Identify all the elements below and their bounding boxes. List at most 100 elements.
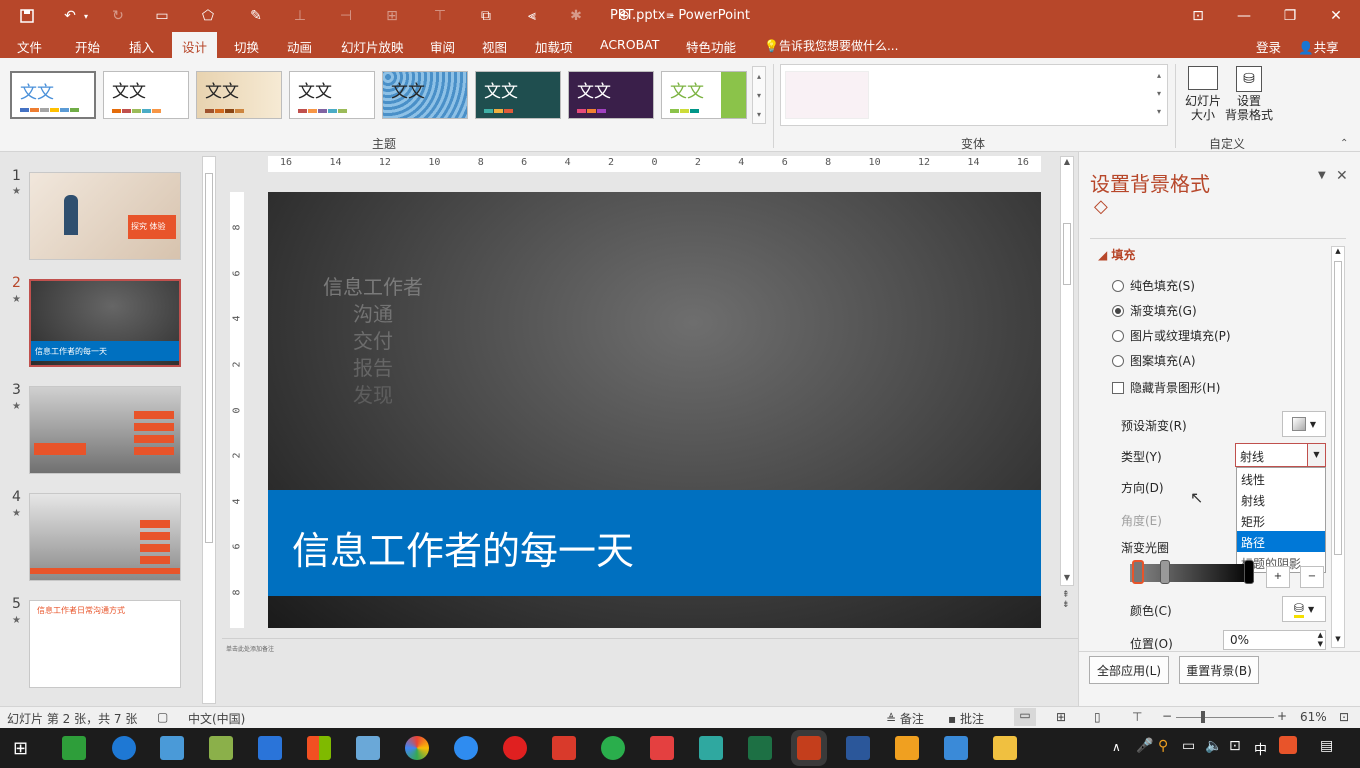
tell-me[interactable]: 💡告诉我您想要做什么... (764, 37, 898, 54)
tab-insert[interactable]: 插入 (129, 37, 154, 56)
calendar-app-icon[interactable] (650, 736, 674, 760)
format-background-button[interactable]: ⛁ 设置 背景格式 (1224, 62, 1274, 134)
store-icon[interactable] (307, 736, 331, 760)
gradient-stops-bar[interactable] (1130, 560, 1254, 584)
zoom-slider[interactable] (1176, 717, 1274, 718)
slide-thumb-4[interactable] (29, 493, 181, 581)
gradient-stop-2[interactable] (1160, 560, 1170, 584)
gradient-stop-1[interactable] (1132, 560, 1144, 584)
scroll-thumb[interactable] (1063, 223, 1071, 285)
preset-gradient-button[interactable]: ▼ (1282, 411, 1326, 437)
hide-bg-graphics-option[interactable]: 隐藏背景图形(H) (1112, 379, 1220, 396)
mic-icon[interactable]: 🎤 (1136, 738, 1153, 754)
apply-all-button[interactable]: 全部应用(L) (1089, 656, 1169, 684)
cloud-app-icon[interactable] (454, 736, 478, 760)
scroll-thumb[interactable] (1334, 261, 1342, 555)
undo-dropdown-icon[interactable]: ▾ (80, 6, 92, 26)
slides-scrollbar[interactable] (202, 156, 216, 704)
dropdown-option-radial[interactable]: 射线 (1237, 489, 1325, 510)
volume-icon[interactable]: 🔈 (1205, 738, 1222, 754)
app-icon-video[interactable] (62, 736, 86, 760)
scroll-down-icon[interactable]: ▼ (1332, 635, 1344, 647)
scroll-up-icon[interactable]: ▲ (1332, 247, 1344, 259)
distribute-icon[interactable]: ⊣ (336, 6, 356, 26)
sogou-icon[interactable] (1279, 736, 1297, 754)
effects-icon[interactable]: ✱ (566, 6, 586, 26)
customize-qat-icon[interactable]: ≡ (660, 6, 680, 26)
fill-solid-option[interactable]: 纯色填充(S) (1112, 277, 1195, 294)
fill-picture-option[interactable]: 图片或纹理填充(P) (1112, 327, 1231, 344)
color-picker-button[interactable]: ⛁ ▼ (1282, 596, 1326, 622)
present-icon[interactable]: ▭ (152, 6, 172, 26)
dropdown-option-path[interactable]: 路径 (1237, 531, 1325, 552)
new-slide-icon[interactable]: ⊕ (614, 6, 634, 26)
pane-options-icon[interactable]: ▼ (1318, 170, 1326, 181)
xmind-icon[interactable] (552, 736, 576, 760)
notification-icon[interactable]: ▤ (1320, 738, 1333, 754)
tab-slideshow[interactable]: 幻灯片放映 (341, 37, 404, 56)
slide-thumb-2[interactable]: 信息工作者的每一天 (29, 279, 181, 367)
slide-2[interactable]: 信息工作者 沟通 交付 报告 发现 信息工作者的每一天 (268, 192, 1041, 628)
undo-icon[interactable]: ↶ (60, 6, 80, 26)
fill-gradient-option[interactable]: 渐变填充(G) (1112, 302, 1197, 319)
theme-5[interactable]: 文文 (382, 71, 468, 119)
theme-6[interactable]: 文文 (475, 71, 561, 119)
zoom-in-icon[interactable]: + (1277, 709, 1287, 723)
tab-transitions[interactable]: 切换 (234, 37, 259, 56)
format-painter-icon[interactable]: ✎ (246, 6, 266, 26)
swift-app-icon[interactable] (699, 736, 723, 760)
ime-indicator[interactable]: 中 (1254, 739, 1267, 758)
chrome-icon[interactable] (405, 736, 429, 760)
reset-background-button[interactable]: 重置背景(B) (1179, 656, 1259, 684)
fit-slide-icon[interactable]: ⊡ (1339, 710, 1349, 724)
star-app-icon[interactable] (258, 736, 282, 760)
collapse-ribbon-icon[interactable]: ⌃ (1340, 138, 1348, 149)
theme-8[interactable]: 文文 (661, 71, 747, 119)
minimize-icon[interactable]: — (1234, 6, 1254, 26)
canvas-scrollbar[interactable]: ▲ ▼ (1060, 156, 1074, 586)
tab-file[interactable]: 文件 (17, 37, 42, 56)
zoom-out-icon[interactable]: − (1162, 709, 1172, 723)
remove-stop-button[interactable]: − (1300, 566, 1324, 588)
scroll-thumb[interactable] (205, 173, 213, 543)
windows-start-icon[interactable]: ⊞ (13, 738, 28, 759)
spinner-arrows-icon[interactable]: ▲ ▼ (1318, 631, 1323, 649)
arrange-icon[interactable]: ⧉ (476, 6, 496, 26)
gradient-stop-3[interactable] (1244, 560, 1254, 584)
tab-review[interactable]: 审阅 (430, 37, 455, 56)
fill-icon[interactable]: ◇ (1094, 196, 1116, 218)
tab-addins[interactable]: 加载项 (535, 37, 573, 56)
distribute-v-icon[interactable]: ⊞ (382, 6, 402, 26)
themes-scroll[interactable]: ▴ ▾ ▾ (752, 66, 766, 124)
file-explorer-icon[interactable] (993, 736, 1017, 760)
position-spinner[interactable]: 0% ▲ ▼ (1223, 630, 1326, 650)
tray-up-icon[interactable]: ∧ (1112, 740, 1121, 754)
align-left-icon[interactable]: ⫷ (522, 6, 542, 26)
tab-design[interactable]: 设计 (172, 32, 218, 58)
wechat-icon[interactable] (601, 736, 625, 760)
restore-icon[interactable]: ❐ (1280, 6, 1300, 26)
title-banner[interactable]: 信息工作者的每一天 (268, 490, 1041, 596)
powerpoint-icon[interactable] (797, 736, 821, 760)
scroll-down-icon[interactable]: ▼ (1061, 573, 1073, 585)
dropdown-option-rectangular[interactable]: 矩形 (1237, 510, 1325, 531)
photos-icon[interactable] (944, 736, 968, 760)
pane-close-icon[interactable]: ✕ (1336, 168, 1348, 184)
zoom-thumb[interactable] (1201, 711, 1205, 723)
variant-1[interactable] (785, 71, 869, 119)
prev-next-slide[interactable]: ⇞ ⇟ (1062, 590, 1070, 610)
search-app-icon[interactable] (160, 736, 184, 760)
variants-scroll[interactable]: ▴ ▾ ▾ (1153, 67, 1165, 123)
normal-view-icon[interactable]: ▭ (1014, 708, 1036, 726)
shape-icon[interactable]: ⬠ (198, 6, 218, 26)
tab-acrobat[interactable]: ACROBAT (600, 37, 659, 52)
chat-app-icon[interactable] (356, 736, 380, 760)
tab-features[interactable]: 特色功能 (686, 37, 736, 56)
slide-text-list[interactable]: 信息工作者 沟通 交付 报告 发现 (318, 274, 428, 409)
fill-pattern-option[interactable]: 图案填充(A) (1112, 352, 1196, 369)
tray-search-icon[interactable]: ⚲ (1158, 738, 1168, 754)
notes-placeholder[interactable]: 单击此处添加备注 (226, 644, 274, 653)
music-app-icon[interactable] (503, 736, 527, 760)
slide-thumb-1[interactable]: 探究 体验 (29, 172, 181, 260)
slide-size-button[interactable]: 幻灯片 大小 (1182, 62, 1224, 134)
